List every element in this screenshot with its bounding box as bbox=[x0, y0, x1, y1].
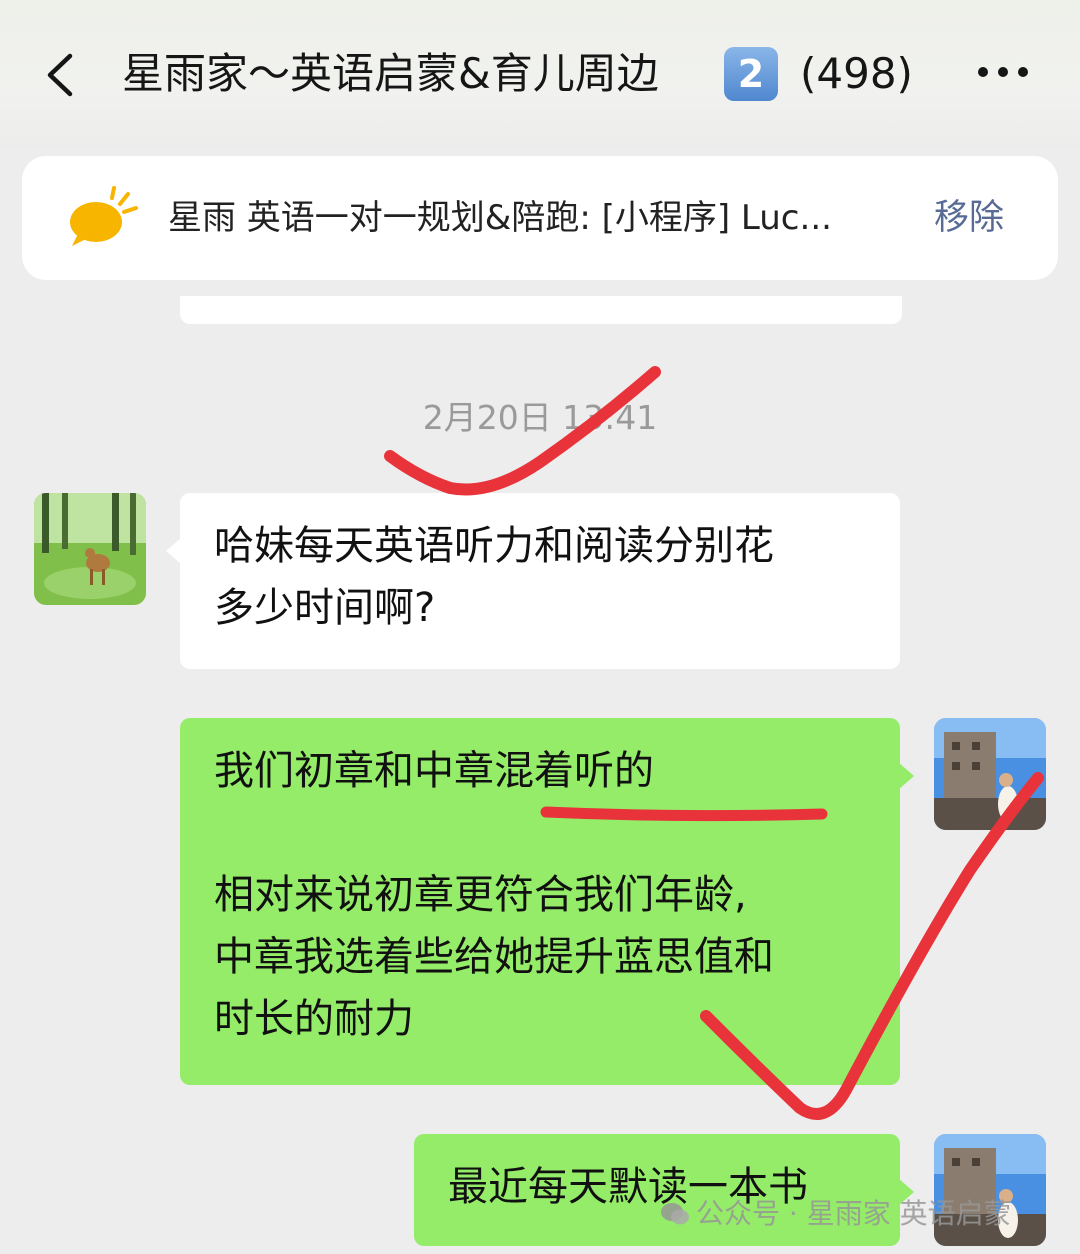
message-line: 我们初章和中章混着听的 bbox=[214, 748, 654, 794]
avatar[interactable] bbox=[34, 493, 146, 605]
message-line: 哈妹每天英语听力和阅读分别花 bbox=[214, 523, 774, 569]
previous-message-bubble bbox=[180, 296, 902, 324]
message-line: 时长的耐力 bbox=[214, 996, 414, 1042]
pinned-message-bar[interactable]: 星雨 英语一对一规划&陪跑: [小程序] Luc... 移除 bbox=[22, 156, 1058, 280]
chat-title: 星雨家～英语启蒙&育儿周边 bbox=[122, 49, 659, 98]
watermark: 公众号 · 星雨家 英语启蒙 bbox=[660, 1196, 1012, 1232]
title-number-badge: 2 bbox=[724, 47, 778, 101]
my-avatar[interactable] bbox=[934, 718, 1046, 830]
remove-pinned-button[interactable]: 移除 bbox=[934, 186, 1004, 250]
announcement-icon bbox=[70, 186, 138, 246]
chat-header: 星雨家～英语启蒙&育儿周边 2 (498) bbox=[0, 0, 1080, 150]
member-count: (498) bbox=[800, 49, 913, 98]
message-line: 相对来说初章更符合我们年龄, bbox=[214, 872, 747, 918]
watermark-text: 公众号 · 星雨家 英语启蒙 bbox=[696, 1197, 1012, 1230]
wechat-icon bbox=[661, 1203, 689, 1225]
more-icon[interactable] bbox=[976, 62, 1030, 82]
pinned-message-text: 星雨 英语一对一规划&陪跑: [小程序] Luc... bbox=[168, 198, 832, 238]
message-timestamp: 2月20日 13:41 bbox=[422, 398, 658, 437]
message-line: 多少时间啊? bbox=[214, 585, 436, 631]
back-icon[interactable] bbox=[40, 50, 80, 100]
incoming-message-bubble[interactable]: 哈妹每天英语听力和阅读分别花 多少时间啊? bbox=[166, 493, 900, 669]
message-line bbox=[214, 802, 866, 864]
message-line: 中章我选着些给她提升蓝思值和 bbox=[214, 934, 774, 980]
outgoing-message-bubble[interactable]: 我们初章和中章混着听的 相对来说初章更符合我们年龄, 中章我选着些给她提升蓝思值… bbox=[180, 718, 914, 1085]
